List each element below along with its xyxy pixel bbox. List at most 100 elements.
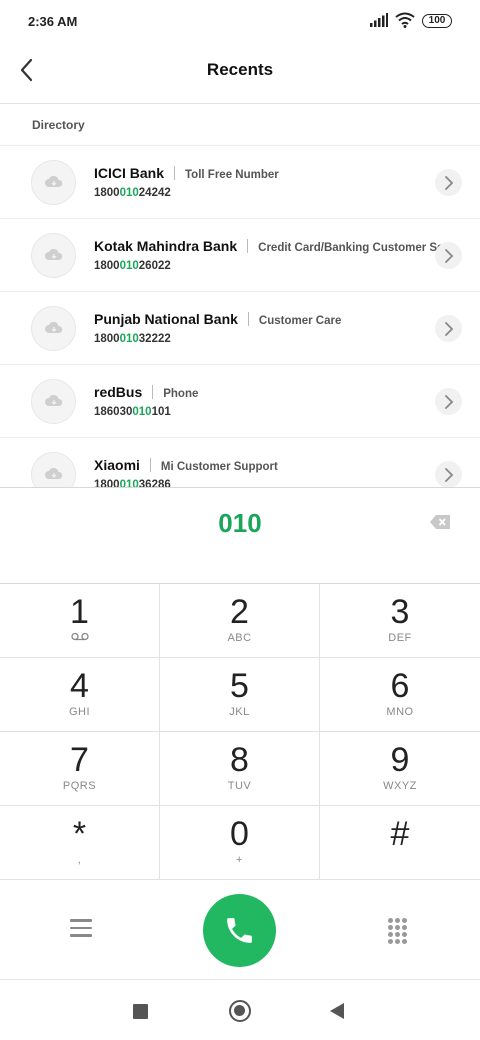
key-digit: 1 bbox=[70, 593, 89, 631]
number-prefix: 1800 bbox=[94, 260, 120, 272]
key-letters: JKL bbox=[229, 706, 250, 718]
number-prefix: 1800 bbox=[94, 333, 120, 345]
chevron-right-icon bbox=[445, 249, 454, 263]
key-letters: + bbox=[236, 854, 243, 866]
directory-list: ICICI Bank Toll Free Number 180001024242 … bbox=[0, 145, 480, 487]
backspace-icon[interactable] bbox=[429, 514, 451, 530]
key-star[interactable]: * , bbox=[0, 806, 160, 880]
list-item[interactable]: ICICI Bank Toll Free Number 180001024242 bbox=[0, 146, 480, 219]
phone-icon bbox=[227, 918, 252, 943]
dialer-actions bbox=[0, 880, 480, 980]
number-prefix: 1800 bbox=[94, 479, 120, 487]
contact-name: ICICI Bank bbox=[94, 165, 165, 181]
contact-description: Toll Free Number bbox=[185, 169, 279, 181]
contact-number: 186030010101 bbox=[94, 406, 171, 418]
number-match: 010 bbox=[119, 187, 139, 199]
key-letters: TUV bbox=[227, 780, 252, 792]
avatar bbox=[31, 452, 76, 487]
divider bbox=[149, 458, 151, 472]
voicemail-icon bbox=[0, 632, 159, 644]
wifi-icon bbox=[395, 12, 415, 28]
back-icon[interactable] bbox=[330, 1003, 344, 1019]
system-nav-bar bbox=[0, 981, 480, 1040]
menu-icon[interactable] bbox=[70, 919, 92, 937]
key-letters: GHI bbox=[68, 706, 91, 718]
chevron-right-icon bbox=[445, 322, 454, 336]
key-digit: 2 bbox=[230, 593, 249, 631]
divider bbox=[174, 166, 176, 180]
home-icon[interactable] bbox=[229, 1000, 251, 1022]
page-title: Recents bbox=[206, 60, 274, 79]
number-prefix: 186030 bbox=[94, 406, 133, 418]
cloud-icon bbox=[45, 395, 63, 406]
avatar bbox=[31, 379, 76, 424]
dialed-number[interactable]: 010 bbox=[0, 508, 480, 539]
details-button[interactable] bbox=[435, 315, 462, 342]
status-bar: 2:36 AM 100 bbox=[0, 0, 480, 44]
divider bbox=[247, 312, 249, 326]
key-digit: 0 bbox=[230, 815, 249, 853]
call-button[interactable] bbox=[203, 894, 276, 967]
key-5[interactable]: 5 JKL bbox=[160, 658, 320, 732]
status-time: 2:36 AM bbox=[28, 14, 78, 29]
dial-input-area: 010 bbox=[0, 487, 480, 584]
key-1[interactable]: 1 bbox=[0, 584, 160, 658]
key-digit: 6 bbox=[390, 667, 410, 705]
key-letters: WXYZ bbox=[383, 780, 417, 792]
list-item[interactable]: Kotak Mahindra Bank Credit Card/Banking C… bbox=[0, 219, 480, 292]
number-match: 010 bbox=[132, 406, 152, 418]
key-6[interactable]: 6 MNO bbox=[320, 658, 480, 732]
key-digit: 7 bbox=[70, 741, 89, 779]
contact-number: 180001024242 bbox=[94, 187, 171, 199]
key-2[interactable]: 2 ABC bbox=[160, 584, 320, 658]
cloud-icon bbox=[45, 176, 63, 187]
key-digit: 3 bbox=[390, 593, 410, 631]
details-button[interactable] bbox=[435, 242, 462, 269]
contact-name: Kotak Mahindra Bank bbox=[94, 238, 238, 254]
contact-description: Credit Card/Banking Customer Ser… bbox=[258, 242, 460, 254]
number-suffix: 26022 bbox=[138, 260, 171, 272]
contact-description: Phone bbox=[163, 388, 199, 400]
key-letters: DEF bbox=[388, 632, 412, 644]
contact-number: 180001026022 bbox=[94, 260, 171, 272]
battery-indicator: 100 bbox=[422, 14, 452, 28]
chevron-right-icon bbox=[445, 176, 454, 190]
avatar bbox=[31, 233, 76, 278]
contact-name: Punjab National Bank bbox=[94, 311, 238, 327]
contact-name: redBus bbox=[94, 384, 143, 400]
contact-description: Mi Customer Support bbox=[160, 461, 278, 473]
key-letters: PQRS bbox=[62, 780, 97, 792]
key-digit: 4 bbox=[70, 667, 89, 705]
key-digit: * bbox=[72, 815, 87, 853]
app-header: Recents bbox=[0, 44, 480, 104]
key-digit: # bbox=[390, 815, 410, 853]
number-match: 010 bbox=[119, 260, 139, 272]
details-button[interactable] bbox=[435, 388, 462, 415]
list-item[interactable]: Punjab National Bank Customer Care 180001… bbox=[0, 292, 480, 365]
key-7[interactable]: 7 PQRS bbox=[0, 732, 160, 806]
dial-keypad: 1 2 ABC 3 DEF 4 GHI 5 JKL 6 MNO 7 PQRS 8… bbox=[0, 584, 480, 880]
details-button[interactable] bbox=[435, 461, 462, 487]
key-digit: 9 bbox=[390, 741, 410, 779]
key-digit: 5 bbox=[230, 667, 249, 705]
list-item[interactable]: Xiaomi Mi Customer Support 180001036286 bbox=[0, 438, 480, 487]
avatar bbox=[31, 306, 76, 351]
cloud-icon bbox=[45, 468, 63, 479]
number-suffix: 36286 bbox=[138, 479, 171, 487]
key-hash[interactable]: # bbox=[320, 806, 480, 880]
details-button[interactable] bbox=[435, 169, 462, 196]
contact-number: 180001032222 bbox=[94, 333, 171, 345]
contact-number: 180001036286 bbox=[94, 479, 171, 487]
recents-icon[interactable] bbox=[133, 1004, 148, 1019]
key-8[interactable]: 8 TUV bbox=[160, 732, 320, 806]
key-4[interactable]: 4 GHI bbox=[0, 658, 160, 732]
contact-name: Xiaomi bbox=[94, 457, 140, 473]
number-match: 010 bbox=[119, 479, 139, 487]
list-item[interactable]: redBus Phone 186030010101 bbox=[0, 365, 480, 438]
key-0[interactable]: 0 + bbox=[160, 806, 320, 880]
key-3[interactable]: 3 DEF bbox=[320, 584, 480, 658]
key-letters: MNO bbox=[386, 706, 414, 718]
dialpad-icon[interactable] bbox=[388, 918, 407, 944]
key-9[interactable]: 9 WXYZ bbox=[320, 732, 480, 806]
key-letters: ABC bbox=[227, 632, 252, 644]
